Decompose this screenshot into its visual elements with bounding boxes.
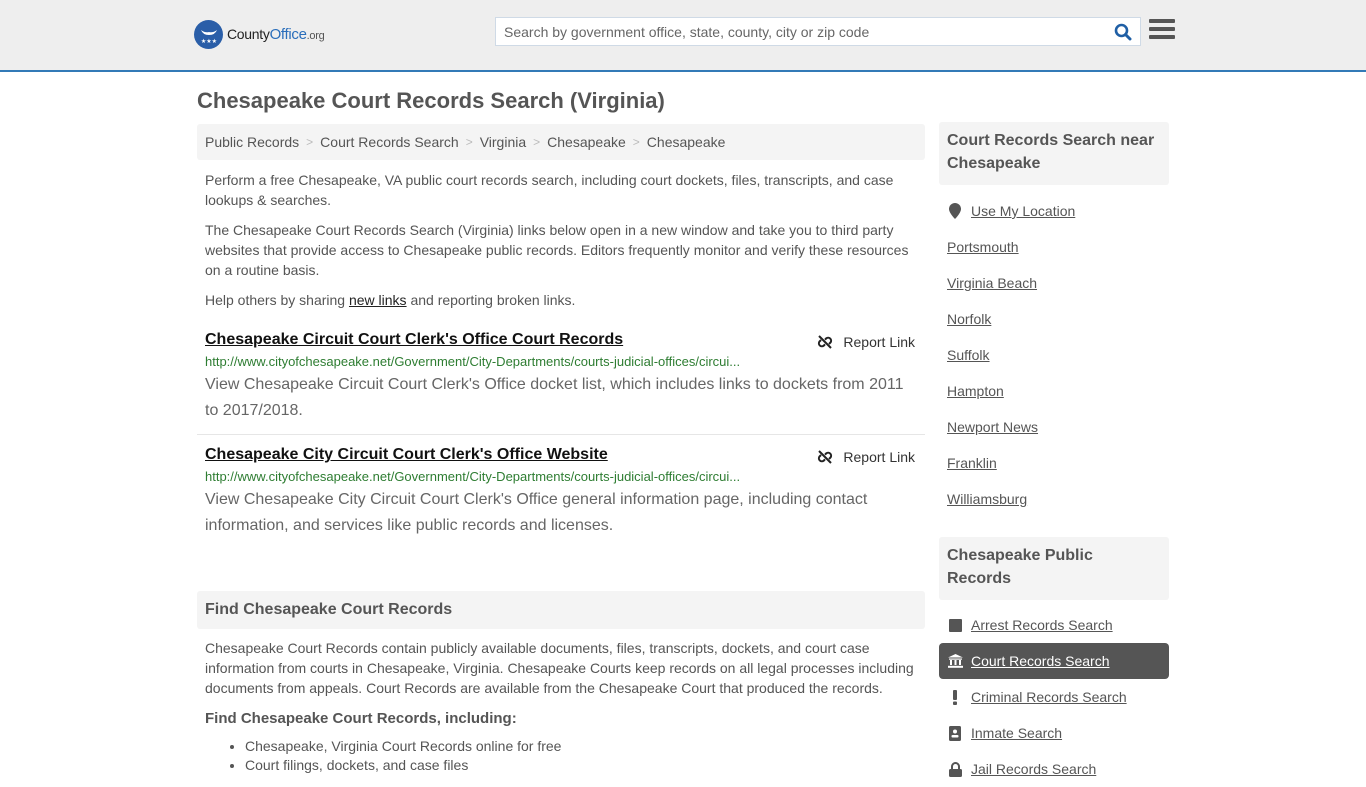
sidebar: Court Records Search near Chesapeake Use… — [939, 122, 1169, 787]
main-content: Public Records > Court Records Search > … — [197, 124, 925, 775]
breadcrumb-virginia[interactable]: Virginia — [480, 134, 526, 150]
intro-text: and reporting broken links. — [406, 292, 576, 308]
city-link[interactable]: Suffolk — [947, 347, 990, 363]
search-button[interactable] — [1106, 18, 1140, 45]
sidebar-item-court-records[interactable]: Court Records Search — [939, 643, 1169, 679]
sidebar-item-franklin[interactable]: Franklin — [939, 445, 1169, 481]
breadcrumb-separator: > — [533, 135, 541, 149]
use-my-location-link[interactable]: Use My Location — [971, 203, 1075, 219]
city-link[interactable]: Franklin — [947, 455, 997, 471]
list-item: Court filings, dockets, and case files — [245, 756, 925, 775]
menu-bar — [1149, 19, 1175, 23]
eagle-logo-icon: ★★★ — [194, 20, 223, 49]
sidebar-item-virginia-beach[interactable]: Virginia Beach — [939, 265, 1169, 301]
result-title-link[interactable]: Chesapeake City Circuit Court Clerk's Of… — [205, 445, 608, 465]
id-badge-icon — [947, 725, 963, 741]
broken-link-icon — [818, 450, 833, 464]
breadcrumb: Public Records > Court Records Search > … — [197, 124, 925, 160]
city-link[interactable]: Williamsburg — [947, 491, 1027, 507]
map-pin-icon — [947, 203, 963, 219]
use-my-location-item[interactable]: Use My Location — [939, 193, 1169, 229]
result-title-link[interactable]: Chesapeake Circuit Court Clerk's Office … — [205, 330, 623, 350]
result-description: View Chesapeake City Circuit Court Clerk… — [205, 491, 868, 534]
breadcrumb-public-records[interactable]: Public Records — [205, 134, 299, 150]
breadcrumb-chesapeake-county[interactable]: Chesapeake — [547, 134, 626, 150]
nearby-list: Use My Location Portsmouth Virginia Beac… — [939, 193, 1169, 517]
report-link-button[interactable]: Report Link — [817, 449, 915, 465]
sidebar-link[interactable]: Inmate Search — [971, 725, 1062, 741]
search-icon — [1114, 23, 1132, 40]
broken-link-icon — [818, 335, 833, 349]
breadcrumb-court-records-search[interactable]: Court Records Search — [320, 134, 459, 150]
menu-bar — [1149, 35, 1175, 39]
site-header: ★★★ CountyOffice.org — [0, 0, 1366, 72]
sidebar-item-suffolk[interactable]: Suffolk — [939, 337, 1169, 373]
result-url[interactable]: http://www.cityofchesapeake.net/Governme… — [205, 469, 917, 485]
breadcrumb-separator: > — [632, 135, 640, 149]
city-link[interactable]: Newport News — [947, 419, 1038, 435]
sidebar-item-hampton[interactable]: Hampton — [939, 373, 1169, 409]
courthouse-icon — [947, 654, 963, 668]
result-description: View Chesapeake Circuit Court Clerk's Of… — [205, 376, 904, 419]
public-records-list: Arrest Records Search Court Records Sear… — [939, 607, 1169, 787]
sidebar-item-jail-records[interactable]: Jail Records Search — [939, 751, 1169, 787]
intro-paragraph-1: Perform a free Chesapeake, VA public cou… — [205, 172, 894, 208]
sidebar-link[interactable]: Jail Records Search — [971, 761, 1096, 777]
sidebar-item-newport-news[interactable]: Newport News — [939, 409, 1169, 445]
page-title: Chesapeake Court Records Search (Virgini… — [197, 88, 665, 113]
sidebar-item-norfolk[interactable]: Norfolk — [939, 301, 1169, 337]
intro-text: Help others by sharing — [205, 292, 349, 308]
search-input[interactable] — [496, 18, 1106, 45]
logo-text: CountyOffice.org — [227, 26, 325, 43]
sidebar-item-criminal-records[interactable]: Criminal Records Search — [939, 679, 1169, 715]
city-link[interactable]: Virginia Beach — [947, 275, 1037, 291]
sidebar-item-portsmouth[interactable]: Portsmouth — [939, 229, 1169, 265]
svg-text:★★★: ★★★ — [200, 38, 216, 45]
city-link[interactable]: Portsmouth — [947, 239, 1019, 255]
sidebar-link[interactable]: Court Records Search — [971, 653, 1110, 669]
sidebar-item-inmate-search[interactable]: Inmate Search — [939, 715, 1169, 751]
report-link-label: Report Link — [843, 449, 915, 465]
square-icon — [947, 618, 963, 632]
intro-paragraph-3: Help others by sharing new links and rep… — [197, 290, 925, 310]
breadcrumb-chesapeake-city[interactable]: Chesapeake — [647, 134, 726, 150]
intro: Perform a free Chesapeake, VA public cou… — [197, 170, 925, 310]
new-links-link[interactable]: new links — [349, 292, 407, 308]
public-records-heading: Chesapeake Public Records — [939, 537, 1169, 600]
breadcrumb-separator: > — [465, 135, 473, 149]
sidebar-item-arrest-records[interactable]: Arrest Records Search — [939, 607, 1169, 643]
sidebar-link[interactable]: Criminal Records Search — [971, 689, 1127, 705]
logo-link[interactable]: ★★★ CountyOffice.org — [194, 20, 325, 49]
intro-paragraph-2: The Chesapeake Court Records Search (Vir… — [205, 222, 909, 278]
find-section-heading: Find Chesapeake Court Records — [197, 591, 925, 629]
report-link-button[interactable]: Report Link — [817, 334, 915, 350]
hamburger-menu-button[interactable] — [1149, 19, 1175, 43]
list-item: Chesapeake, Virginia Court Records onlin… — [245, 737, 925, 756]
search-box — [495, 17, 1141, 46]
result-item: Chesapeake Circuit Court Clerk's Office … — [197, 330, 925, 435]
nearby-heading: Court Records Search near Chesapeake — [939, 122, 1169, 185]
city-link[interactable]: Norfolk — [947, 311, 991, 327]
report-link-label: Report Link — [843, 334, 915, 350]
exclamation-icon — [947, 689, 963, 705]
result-item: Chesapeake City Circuit Court Clerk's Of… — [197, 445, 925, 549]
sidebar-item-williamsburg[interactable]: Williamsburg — [939, 481, 1169, 517]
find-section-subheading: Find Chesapeake Court Records, including… — [205, 710, 517, 727]
sidebar-link[interactable]: Arrest Records Search — [971, 617, 1113, 633]
find-section-body: Chesapeake Court Records contain publicl… — [205, 640, 914, 696]
city-link[interactable]: Hampton — [947, 383, 1004, 399]
menu-bar — [1149, 27, 1175, 31]
result-url[interactable]: http://www.cityofchesapeake.net/Governme… — [205, 354, 917, 370]
breadcrumb-separator: > — [306, 135, 314, 149]
lock-icon — [947, 761, 963, 777]
find-section-list: Chesapeake, Virginia Court Records onlin… — [197, 737, 925, 775]
